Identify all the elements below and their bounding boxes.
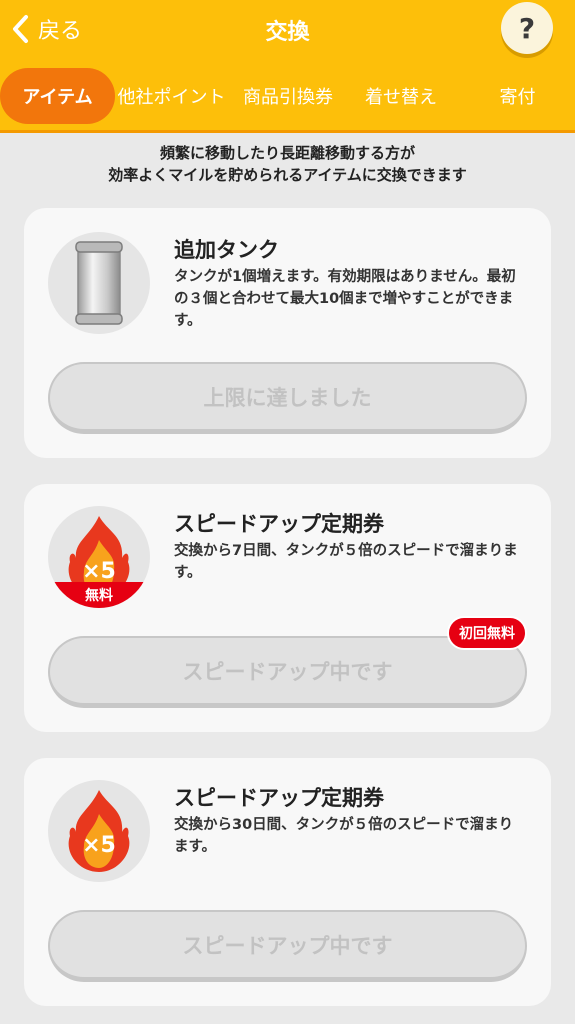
help-button[interactable]: ? [501, 2, 553, 54]
flame-icon: ×5 無料 [48, 506, 150, 608]
limit-reached-button[interactable]: 上限に達しました [48, 362, 527, 434]
intro-line-2: 効率よくマイルを貯められるアイテムに交換できます [108, 166, 467, 184]
svg-text:×5: ×5 [82, 833, 116, 858]
item-description: 交換から7日間、タンクが５倍のスピードで溜まります。 [174, 543, 518, 581]
tab-bar: アイテム 他社ポイント 商品引換券 着せ替え 寄付 [0, 60, 575, 133]
tab-vouchers[interactable]: 商品引換券 [232, 68, 344, 124]
intro-text: 頻繁に移動したり長距離移動する方が 効率よくマイルを貯められるアイテムに交換でき… [0, 142, 575, 186]
first-time-free-badge: 初回無料 [447, 616, 527, 650]
app-header: 戻る 交換 ? [0, 0, 575, 60]
question-icon: ? [518, 11, 536, 45]
flame-icon: ×5 [48, 780, 150, 882]
tab-other-points[interactable]: 他社ポイント [115, 68, 228, 124]
item-card: 追加タンク タンクが1個増えます。有効期限はありません。最初の３個と合わせて最大… [24, 208, 551, 458]
svg-text:×5: ×5 [82, 559, 116, 584]
tab-skins[interactable]: 着せ替え [346, 68, 456, 124]
tank-icon [48, 232, 150, 334]
free-label: 無料 [48, 582, 150, 608]
page-title: 交換 [265, 20, 310, 45]
intro-line-1: 頻繁に移動したり長距離移動する方が [159, 144, 415, 162]
item-description: タンクが1個増えます。有効期限はありません。最初の３個と合わせて最大10個まで増… [174, 269, 516, 329]
tab-donation[interactable]: 寄付 [460, 68, 575, 124]
tab-items[interactable]: アイテム [0, 68, 115, 124]
item-name: スピードアップ定期券 [174, 786, 384, 810]
item-name: スピードアップ定期券 [174, 512, 384, 536]
item-name: 追加タンク [174, 238, 279, 262]
item-description: 交換から30日間、タンクが５倍のスピードで溜まります。 [174, 817, 514, 855]
item-card: ×5 スピードアップ定期券 交換から30日間、タンクが５倍のスピードで溜まります… [24, 758, 551, 1006]
item-card: ×5 無料 スピードアップ定期券 交換から7日間、タンクが５倍のスピードで溜まり… [24, 484, 551, 732]
speedup-active-button[interactable]: スピードアップ中です [48, 910, 527, 982]
